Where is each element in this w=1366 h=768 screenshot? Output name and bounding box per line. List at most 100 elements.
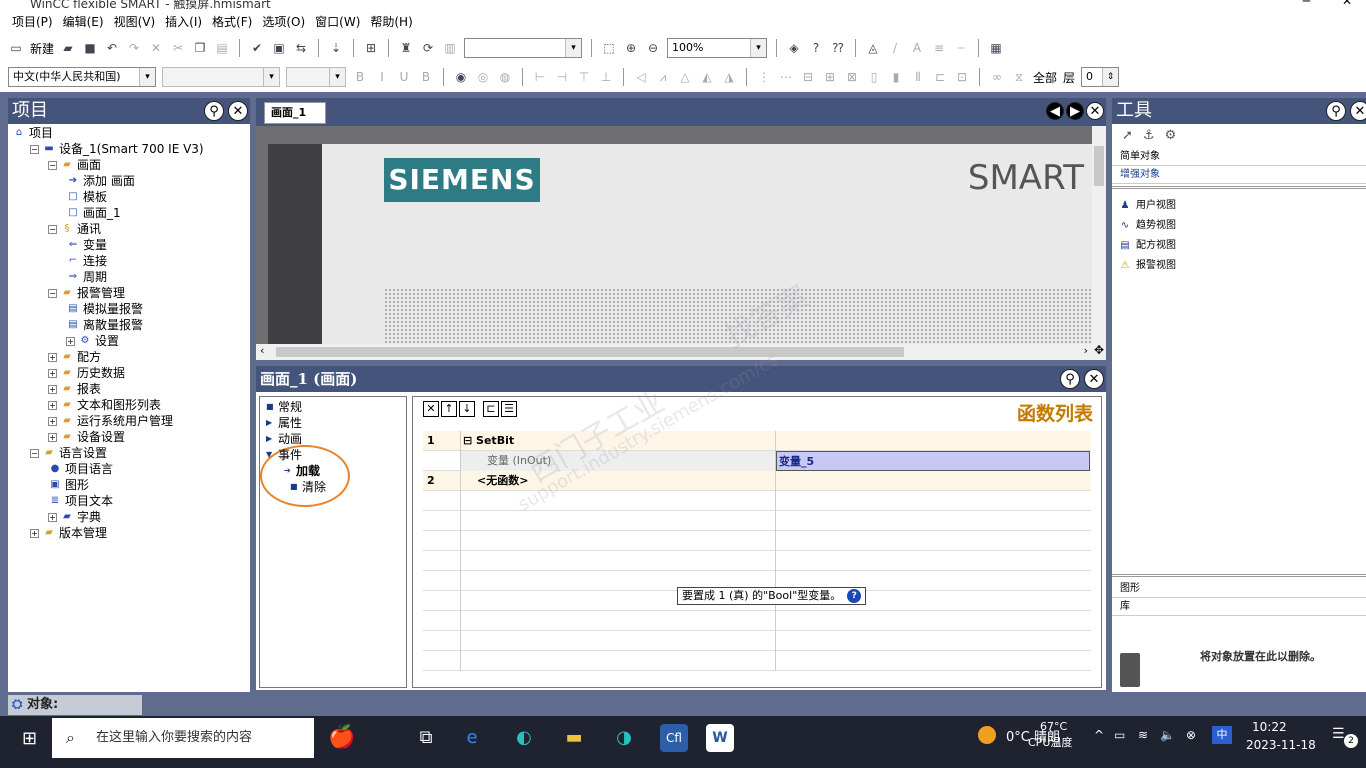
function-row[interactable] [423,611,1091,631]
tree-expander-icon[interactable]: + [66,336,75,346]
tab-prev-icon[interactable]: ◀ [1046,102,1064,120]
property-nav-item[interactable]: ▶ 动画 [266,431,302,447]
volume-icon[interactable]: 🔈 [1160,728,1175,742]
cut-icon[interactable]: ✂ [170,40,186,56]
save-icon[interactable]: ■ [82,40,98,56]
unlink-icon[interactable]: ⧖ [1011,69,1027,85]
taskbar-search[interactable]: ⌕ 在这里输入你要搜索的内容 [52,718,314,758]
tree-expander-icon[interactable]: + [30,528,39,538]
tree-item[interactable]: + ▰ 版本管理 [30,525,107,541]
mirror-v-icon[interactable]: ◮ [721,69,737,85]
function-cell[interactable] [461,651,776,671]
tree-expander-icon[interactable]: − [48,224,57,234]
same-width-icon[interactable]: ⊟ [800,69,816,85]
rotate-left-icon[interactable]: ◁ [633,69,649,85]
value-cell[interactable] [776,611,1090,631]
tree-expander-icon[interactable]: + [48,352,57,362]
tree-item[interactable]: □ 模板 [66,189,107,205]
collapse-icon[interactable]: ⊏ [483,401,499,417]
menu-options[interactable]: 选项(O) [262,13,305,30]
language-combo[interactable]: 中文(中华人民共和国) ▾ [8,67,156,87]
tree-expander-icon[interactable]: − [48,288,57,298]
function-cell[interactable] [461,531,776,551]
tree-item[interactable]: ● 项目语言 [48,461,113,477]
tree-item[interactable]: ⌂ 项目 [12,125,53,141]
align-top-icon[interactable]: ⊤ [576,69,592,85]
all-layers-label[interactable]: 全部 [1033,69,1057,86]
ime-icon[interactable]: 中 [1212,726,1232,744]
tree-item[interactable]: ▤ 离散量报警 [66,317,143,333]
line-color-icon[interactable]: ∕ [887,40,903,56]
tree-item[interactable]: + ▰ 文本和图形列表 [48,397,161,413]
pin-icon[interactable]: ⚲ [1326,101,1346,121]
rotate-right-icon[interactable]: △ [677,69,693,85]
paste-icon[interactable]: ▤ [214,40,230,56]
tools-category-enhanced[interactable]: 增强对象 [1112,166,1366,184]
tool-item[interactable]: ⚠ 报警视图 [1118,258,1176,274]
close-button[interactable]: ✕ [1342,0,1352,8]
tree-item[interactable]: ➔ 添加 画面 [66,173,135,189]
function-cell[interactable] [461,551,776,571]
tab-screen-1[interactable]: 画面_1 [264,102,326,124]
open-icon[interactable]: ▰ [60,40,76,56]
context-help-icon[interactable]: ⁇ [830,40,846,56]
menu-format[interactable]: 格式(F) [212,13,252,30]
wifi-icon[interactable]: ≋ [1138,728,1148,742]
function-row[interactable] [423,651,1091,671]
tree-item[interactable]: + ▰ 配方 [48,349,101,365]
expand-icon[interactable]: ☰ [501,401,517,417]
ie-icon[interactable]: e [458,724,486,752]
value-cell[interactable] [776,651,1090,671]
tree-item[interactable]: − § 通讯 [48,221,101,237]
weather-icon[interactable] [978,726,996,744]
flip-icon[interactable]: ⩘ [655,69,671,85]
value-cell[interactable] [776,431,1090,451]
help-icon[interactable]: ? [847,589,862,603]
menu-view[interactable]: 视图(V) [114,13,156,30]
mute-icon[interactable]: ⊗ [1186,728,1196,742]
tree-item[interactable]: ⌐ 连接 [66,253,107,269]
find-icon[interactable]: ♜ [398,40,414,56]
tool-item[interactable]: ∿ 趋势视图 [1118,218,1176,234]
search-highlight-icon[interactable]: 🍎 [328,724,356,752]
tool-item[interactable]: ▤ 配方视图 [1118,238,1176,254]
copy-icon[interactable]: ❐ [192,40,208,56]
vertical-scrollbar[interactable] [1092,126,1106,344]
notification-icon[interactable]: ☰ [1332,726,1345,742]
font-combo[interactable]: ▾ [162,67,280,87]
function-row[interactable]: 2 <无函数> [423,471,1091,491]
tools-category-graphics[interactable]: 图形 [1112,580,1366,598]
tree-item[interactable]: − ▰ 画面 [48,157,101,173]
menu-edit[interactable]: 编辑(E) [63,13,104,30]
scroll-left-icon[interactable]: ‹ [260,344,264,357]
wrench-icon[interactable]: ⚙ [1165,128,1177,143]
function-row[interactable] [423,531,1091,551]
scroll-thumb[interactable] [276,347,904,357]
layer-back-icon[interactable]: ◎ [475,69,491,85]
tree-expander-icon[interactable]: + [48,400,57,410]
italic-icon[interactable]: I [374,69,390,85]
tree-item[interactable]: + ▰ 历史数据 [48,365,125,381]
tree-item[interactable]: ≣ 项目文本 [48,493,113,509]
tools-category-simple[interactable]: 简单对象 [1112,148,1366,166]
tools-splitter[interactable] [1112,574,1366,577]
windows-start-icon[interactable]: ⊞ [22,728,37,749]
strike-icon[interactable]: B [418,69,434,85]
underline-icon[interactable]: U [396,69,412,85]
horizontal-scrollbar[interactable]: ‹ › ✥ [256,343,1106,360]
language-icon[interactable]: ⊞ [363,40,379,56]
value-cell[interactable] [776,631,1090,651]
tree-item[interactable]: − ▰ 报警管理 [48,285,125,301]
dash-style-icon[interactable]: ┄ [953,40,969,56]
property-nav-item[interactable]: ➔ 加载 [284,463,320,479]
task-view-icon[interactable]: ⧉ [412,724,440,752]
properties-icon[interactable]: ◈ [786,40,802,56]
value-cell[interactable] [776,511,1090,531]
grid-icon[interactable]: ⊡ [954,69,970,85]
value-cell[interactable]: 变量_5 [776,451,1090,471]
fill-color-icon[interactable]: ◬ [865,40,881,56]
tree-expander-icon[interactable]: − [30,448,39,458]
value-cell[interactable] [776,551,1090,571]
trash-icon[interactable] [1120,653,1140,687]
tree-item[interactable]: ⇒ 周期 [66,269,107,285]
